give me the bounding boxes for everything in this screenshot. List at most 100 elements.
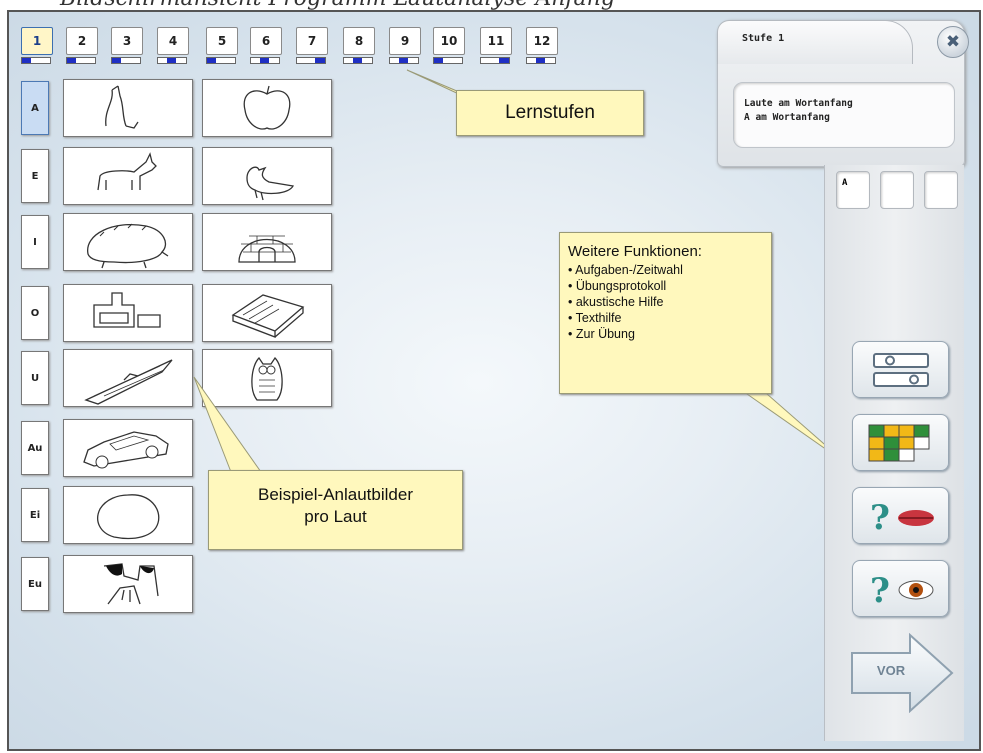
sound-button-ei[interactable]: Ei [21,488,49,542]
level-number: 7 [296,27,328,55]
level-progress-bar [206,57,236,64]
level-tab-9[interactable]: 9 [389,27,421,64]
oven-drawing [93,292,161,328]
level-tab-1[interactable]: 1 [21,27,53,64]
level-progress-fill [207,58,217,63]
sound-button-u[interactable]: U [21,351,49,405]
level-tab-10[interactable]: 10 [433,27,465,64]
level-tab-6[interactable]: 6 [250,27,282,64]
level-number: 6 [250,27,282,55]
tab-stage-label: Stufe 1 [742,33,785,44]
level-number: 1 [21,27,53,55]
level-progress-bar [480,57,510,64]
function-item: • Aufgaben-/Zeitwahl [568,263,683,277]
text-help-button[interactable]: ? [852,560,949,617]
level-progress-bar [343,57,373,64]
level-progress-bar [526,57,556,64]
sound-button-e[interactable]: E [21,149,49,203]
picture-donkey[interactable] [63,147,193,205]
functions-list: • Aufgaben-/Zeitwahl • Übungsprotokoll • a… [568,262,771,342]
level-number: 8 [343,27,375,55]
level-tab-12[interactable]: 12 [526,27,558,64]
tab-stage[interactable]: Stufe 1 [717,20,913,64]
acoustic-help-button[interactable]: ? [852,487,949,544]
level-number: 5 [206,27,238,55]
level-progress-fill [499,58,509,63]
function-item-text: akustische Hilfe [575,295,664,309]
level-progress-bar [66,57,96,64]
donkey-drawing [97,152,157,191]
task-description-line2: A am Wortanfang [744,112,830,123]
picture-duck[interactable] [202,147,332,205]
picture-igloo[interactable] [202,213,332,271]
protocol-grid-icon [868,424,929,461]
exercise-protocol-button[interactable] [852,414,949,471]
levels-callout-text: Lernstufen [505,102,595,123]
answer-slot-1-value: A [842,178,848,188]
answer-slot-1[interactable]: A [836,171,870,209]
level-tab-8[interactable]: 8 [343,27,375,64]
level-tab-7[interactable]: 7 [296,27,328,64]
picture-apple[interactable] [202,79,332,137]
sound-label: Au [27,442,43,454]
examples-callout-line2: pro Laut [304,507,367,526]
function-item: • Übungsprotokoll [568,279,667,293]
close-icon: ✖ [945,32,961,52]
level-tab-5[interactable]: 5 [206,27,238,64]
functions-callout-title: Weitere Funktionen: [568,243,702,260]
sound-button-a[interactable]: A [21,81,49,135]
examples-callout-line1: Beispiel-Anlautbilder [258,485,413,504]
picture-oven[interactable] [63,284,193,342]
level-progress-bar [389,57,419,64]
apple-drawing [243,85,291,130]
sound-button-o[interactable]: O [21,286,49,340]
picture-owl[interactable] [202,349,332,407]
picture-organizer[interactable] [202,284,332,342]
examples-callout: Beispiel-Anlautbilder pro Laut [208,470,463,550]
egg-drawing [97,494,160,540]
picture-arm[interactable] [63,79,193,137]
level-progress-fill [315,58,325,63]
level-tab-4[interactable]: 4 [157,27,189,64]
level-tab-2[interactable]: 2 [66,27,98,64]
picture-egg[interactable] [63,486,193,544]
level-progress-bar [250,57,280,64]
acoustic-help-icon: ? [870,498,934,538]
car-drawing [83,431,169,469]
picture-hedgehog[interactable] [63,213,193,271]
udder-drawing [103,563,159,605]
sound-button-eu[interactable]: Eu [21,557,49,611]
duck-drawing [246,166,294,201]
answer-slot-2[interactable] [880,171,914,209]
sound-label: Ei [29,509,41,521]
level-progress-fill [112,58,122,63]
level-progress-bar [296,57,326,64]
answer-slot-3[interactable] [924,171,958,209]
sound-label: E [31,170,39,182]
functions-callout: Weitere Funktionen: • Aufgaben-/Zeitwahl… [559,232,772,394]
level-progress-fill [67,58,77,63]
function-item: • Zur Übung [568,327,635,341]
submarine-drawing [84,359,173,405]
picture-udder[interactable] [63,555,193,613]
close-button[interactable]: ✖ [937,26,969,58]
sound-button-i[interactable]: I [21,215,49,269]
level-progress-bar [111,57,141,64]
igloo-drawing [238,235,296,263]
sound-button-au[interactable]: Au [21,421,49,475]
level-progress-bar [21,57,51,64]
organizer-drawing [231,294,305,338]
function-item-text: Texthilfe [575,311,622,325]
levels-callout: Lernstufen [456,90,644,136]
task-time-settings-button[interactable] [852,341,949,398]
level-progress-fill [353,58,363,63]
task-description: Laute am Wortanfang A am Wortanfang [733,82,955,148]
picture-car[interactable] [63,419,193,477]
picture-submarine[interactable] [63,349,193,407]
function-item-text: Übungsprotokoll [575,279,667,293]
text-help-icon: ? [870,571,933,611]
task-description-line1: Laute am Wortanfang [744,98,853,109]
level-tab-11[interactable]: 11 [480,27,512,64]
level-tab-3[interactable]: 3 [111,27,143,64]
hedgehog-drawing [87,223,169,269]
